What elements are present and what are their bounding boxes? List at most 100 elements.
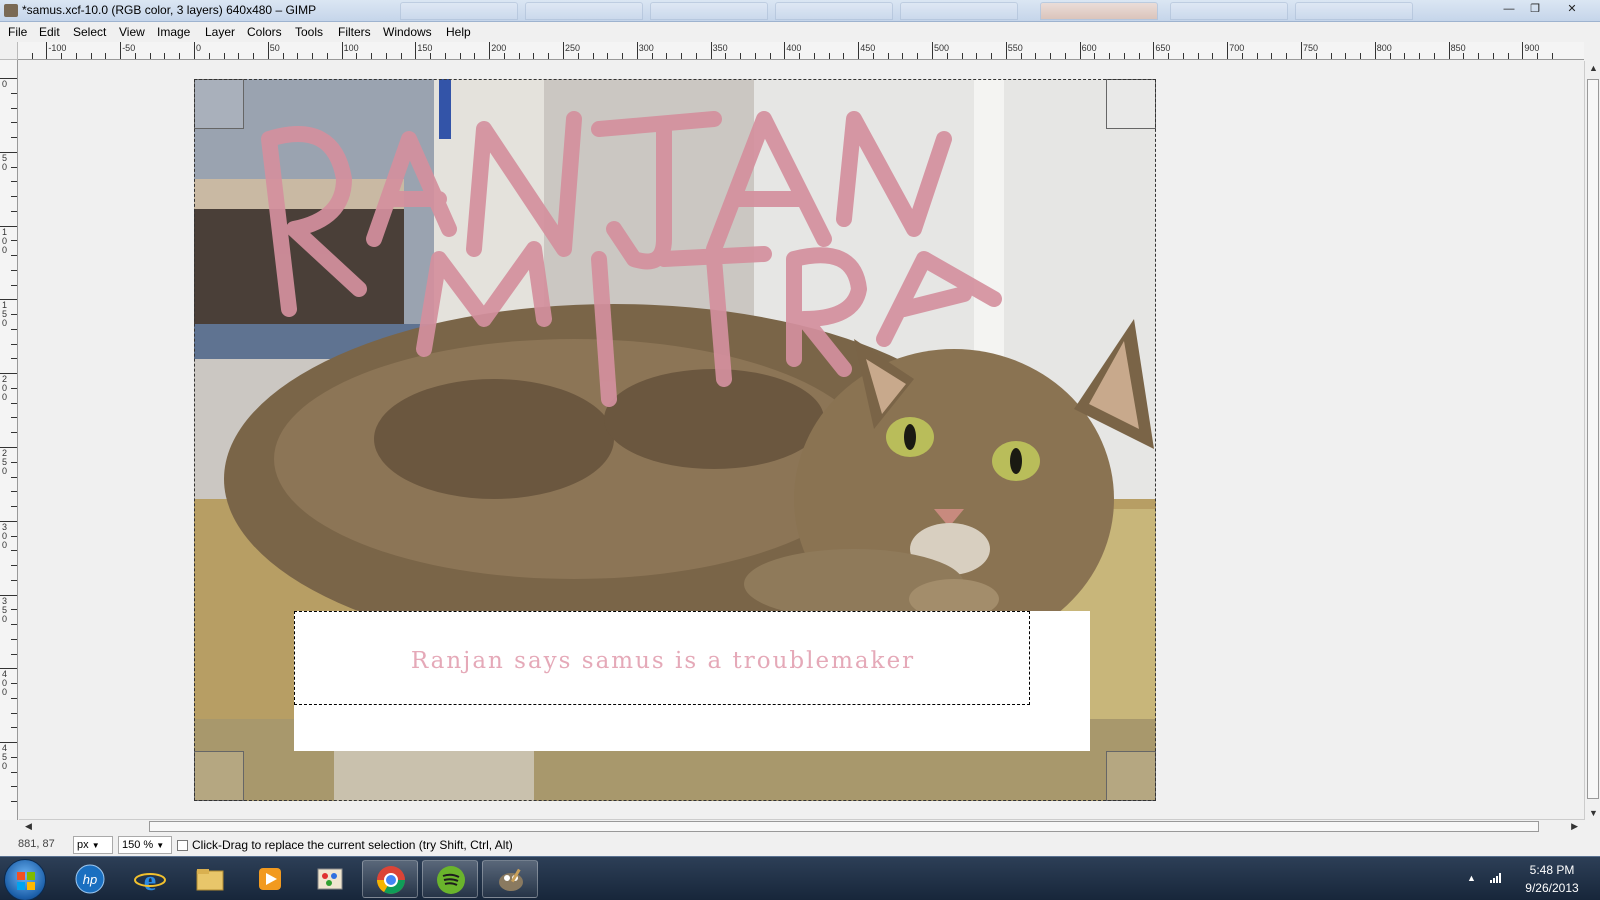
ruler-tick bbox=[282, 53, 284, 59]
ruler-tick bbox=[1389, 53, 1391, 59]
close-button[interactable]: ✕ bbox=[1550, 1, 1594, 19]
ruler-label: 450 bbox=[860, 43, 876, 53]
horizontal-scrollbar[interactable]: ◀ ▶ bbox=[19, 819, 1584, 833]
caption-text: Ranjan says samus is a troublemaker bbox=[410, 648, 916, 674]
ruler-tick bbox=[11, 343, 17, 345]
menu-layer[interactable]: Layer bbox=[205, 25, 235, 39]
ruler-tick bbox=[11, 771, 17, 773]
menu-select[interactable]: Select bbox=[73, 25, 106, 39]
background-window-tab bbox=[1170, 2, 1288, 20]
ruler-tick bbox=[991, 53, 993, 59]
background-window-tab bbox=[400, 2, 518, 20]
vertical-scroll-thumb[interactable] bbox=[1587, 79, 1599, 799]
ruler-tick bbox=[430, 53, 432, 59]
menu-tools[interactable]: Tools bbox=[295, 25, 323, 39]
ruler-label: 50 bbox=[269, 43, 280, 53]
ruler-tick bbox=[11, 255, 17, 257]
menu-filters[interactable]: Filters bbox=[338, 25, 371, 39]
taskbar-app-hp[interactable]: hp bbox=[62, 860, 118, 898]
menu-windows[interactable]: Windows bbox=[383, 25, 432, 39]
ruler-tick bbox=[710, 42, 712, 59]
taskbar-app-spotify[interactable] bbox=[422, 860, 478, 898]
ruler-label: 600 bbox=[1081, 43, 1097, 53]
rectangle-selection[interactable]: Ranjan says samus is a troublemaker bbox=[294, 611, 1030, 705]
ruler-label: 300 bbox=[638, 43, 654, 53]
ruler-tick bbox=[11, 137, 17, 139]
ruler-tick bbox=[1109, 53, 1111, 59]
selection-handle-top-right[interactable] bbox=[1106, 79, 1156, 129]
ruler-tick bbox=[1492, 53, 1494, 59]
ruler-corner-button[interactable] bbox=[0, 42, 18, 60]
horizontal-ruler[interactable]: -100 -50 0 50 100 150 200 250 300 350 400 450 500 550… bbox=[18, 42, 1584, 60]
ruler-tick bbox=[1537, 53, 1539, 59]
ruler-tick bbox=[11, 476, 17, 478]
background-window-tab bbox=[650, 2, 768, 20]
vertical-ruler[interactable]: 0 50 100 150 200 250 300 350 400 450 bbox=[0, 60, 18, 820]
ruler-tick bbox=[444, 53, 446, 59]
selection-handle-bottom-right[interactable] bbox=[1106, 751, 1156, 801]
taskbar-app-windows-explorer[interactable] bbox=[182, 860, 238, 898]
ruler-tick bbox=[31, 53, 33, 59]
unit-select[interactable]: px ▼ bbox=[73, 836, 113, 854]
image-canvas[interactable]: Ranjan says samus is a troublemaker bbox=[194, 79, 1156, 801]
ruler-tick bbox=[164, 53, 166, 59]
gimp-app-icon bbox=[4, 4, 18, 17]
ruler-tick bbox=[11, 697, 17, 699]
network-signal-icon[interactable] bbox=[1490, 871, 1504, 883]
ruler-label: -100 bbox=[48, 43, 67, 53]
clock-date[interactable]: 9/26/2013 bbox=[1512, 881, 1592, 895]
ruler-tick bbox=[238, 53, 240, 59]
ruler-tick bbox=[1064, 53, 1066, 59]
ruler-tick bbox=[740, 53, 742, 59]
taskbar-app-paint[interactable] bbox=[302, 860, 358, 898]
menu-view[interactable]: View bbox=[119, 25, 145, 39]
zoom-select[interactable]: 150 % ▼ bbox=[118, 836, 172, 854]
taskbar-app-media-player[interactable] bbox=[242, 860, 298, 898]
selection-handle-bottom-left[interactable] bbox=[194, 751, 244, 801]
background-window-tab bbox=[775, 2, 893, 20]
ruler-tick bbox=[312, 53, 314, 59]
ruler-tick bbox=[976, 53, 978, 59]
menu-colors[interactable]: Colors bbox=[247, 25, 282, 39]
menu-help[interactable]: Help bbox=[446, 25, 471, 39]
maximize-button[interactable]: ❐ bbox=[1522, 1, 1548, 19]
unit-select-value: px bbox=[77, 839, 89, 851]
ruler-tick bbox=[11, 417, 17, 419]
taskbar-app-google-chrome[interactable] bbox=[362, 860, 418, 898]
ruler-label: 100 bbox=[2, 226, 8, 255]
windows-taskbar: hp e ▲ 5:48 PM 9/26/2013 bbox=[0, 856, 1600, 900]
ruler-tick bbox=[11, 107, 17, 109]
ruler-tick bbox=[828, 53, 830, 59]
ruler-tick bbox=[11, 181, 17, 183]
menu-file[interactable]: File bbox=[8, 25, 27, 39]
cancel-checkbox[interactable] bbox=[177, 840, 188, 851]
scroll-right-icon[interactable]: ▶ bbox=[1571, 821, 1578, 832]
ruler-label: 350 bbox=[712, 43, 728, 53]
ruler-tick bbox=[754, 53, 756, 59]
scroll-down-icon[interactable]: ▼ bbox=[1589, 808, 1598, 818]
ruler-tick bbox=[11, 328, 17, 330]
minimize-button[interactable]: — bbox=[1496, 1, 1522, 19]
chevron-down-icon: ▼ bbox=[91, 841, 100, 850]
show-hidden-icons-icon[interactable]: ▲ bbox=[1467, 873, 1476, 883]
spotify-icon bbox=[437, 866, 465, 894]
ruler-tick bbox=[666, 53, 668, 59]
selection-handle-top-left[interactable] bbox=[194, 79, 244, 129]
clock-time[interactable]: 5:48 PM bbox=[1512, 863, 1592, 877]
scroll-left-icon[interactable]: ◀ bbox=[25, 821, 32, 832]
folder-icon bbox=[196, 869, 224, 891]
scroll-up-icon[interactable]: ▲ bbox=[1589, 63, 1598, 73]
ruler-tick bbox=[917, 53, 919, 59]
horizontal-scroll-thumb[interactable] bbox=[149, 821, 1539, 832]
menu-image[interactable]: Image bbox=[157, 25, 190, 39]
chevron-down-icon: ▼ bbox=[156, 841, 165, 850]
ruler-tick bbox=[11, 786, 17, 788]
windows-logo-icon bbox=[17, 872, 35, 890]
canvas-area[interactable]: Ranjan says samus is a troublemaker bbox=[19, 61, 1584, 820]
vertical-scrollbar[interactable]: ▲ ▼ bbox=[1584, 61, 1600, 820]
start-button[interactable] bbox=[4, 859, 46, 900]
taskbar-app-internet-explorer[interactable]: e bbox=[122, 860, 178, 898]
menu-edit[interactable]: Edit bbox=[39, 25, 60, 39]
taskbar-app-gimp[interactable] bbox=[482, 860, 538, 898]
ruler-tick bbox=[61, 53, 63, 59]
